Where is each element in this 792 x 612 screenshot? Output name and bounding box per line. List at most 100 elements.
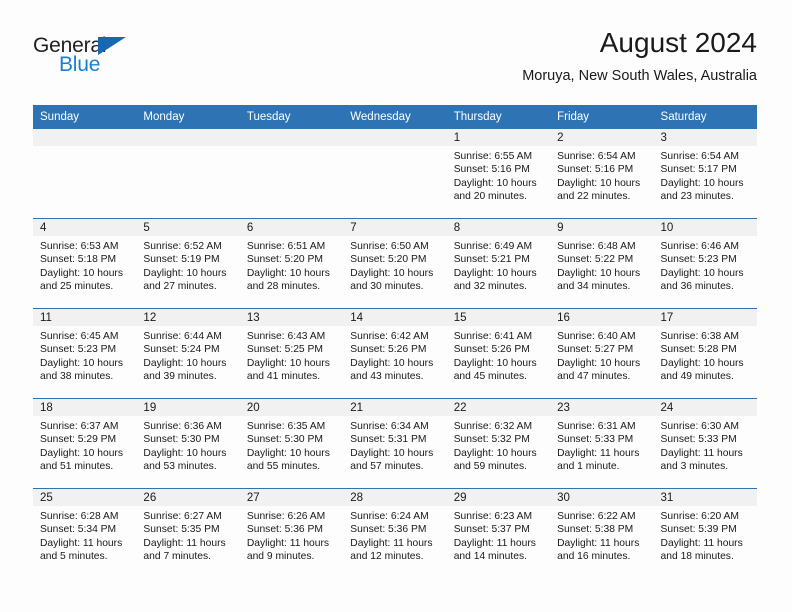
sunrise-text: Sunrise: 6:42 AM — [350, 331, 429, 342]
sunset-text: Sunset: 5:23 PM — [660, 254, 737, 266]
sunset-text: Sunset: 5:38 PM — [557, 524, 634, 536]
daylight-text-line2: and 12 minutes. — [350, 551, 424, 563]
weekday-header-tuesday: Tuesday — [246, 111, 291, 123]
day-number: 9 — [550, 219, 654, 236]
calendar-day-cell[interactable]: 8 Sunrise: 6:49 AM Sunset: 5:21 PM Daylight… — [446, 219, 551, 308]
daylight-text-line2: and 1 minute. — [557, 461, 620, 473]
daylight-text-line1: Daylight: 10 hours — [40, 267, 123, 279]
day-sun-info: Sunrise: 6:48 AM Sunset: 5:22 PM Daylight:… — [550, 236, 653, 294]
daylight-text-line2: and 7 minutes. — [143, 551, 211, 563]
calendar-week-row: 25 Sunrise: 6:28 AM Sunset: 5:34 PM Dayligh… — [33, 488, 757, 578]
calendar-day-cell[interactable]: 19 Sunrise: 6:36 AM Sunset: 5:30 PM Dayligh… — [136, 399, 240, 488]
daylight-text-line2: and 38 minutes. — [40, 371, 114, 383]
daylight-text-line2: and 9 minutes. — [246, 551, 315, 563]
calendar-day-cell[interactable]: 15 Sunrise: 6:41 AM Sunset: 5:26 PM Dayligh… — [446, 309, 551, 398]
calendar-day-cell[interactable]: 21 Sunrise: 6:34 AM Sunset: 5:31 PM Dayligh… — [343, 399, 447, 488]
sunset-text: Sunset: 5:39 PM — [660, 524, 737, 536]
daylight-text-line1: Daylight: 10 hours — [40, 357, 123, 369]
calendar-day-cell[interactable]: 3 Sunrise: 6:54 AM Sunset: 5:17 PM Daylight… — [653, 129, 757, 218]
day-number: 27 — [239, 489, 344, 506]
calendar-day-cell[interactable]: 25 Sunrise: 6:28 AM Sunset: 5:34 PM Dayligh… — [33, 489, 137, 578]
calendar-day-cell[interactable]: 4 Sunrise: 6:53 AM Sunset: 5:18 PM Daylight… — [33, 219, 137, 308]
calendar-day-cell[interactable]: 27 Sunrise: 6:26 AM Sunset: 5:36 PM Dayligh… — [239, 489, 344, 578]
day-sun-info: Sunrise: 6:34 AM Sunset: 5:31 PM Daylight:… — [343, 416, 446, 474]
weekday-header-wednesday: Wednesday — [350, 111, 411, 123]
calendar-day-cell[interactable]: 20 Sunrise: 6:35 AM Sunset: 5:30 PM Dayligh… — [239, 399, 344, 488]
daylight-text-line2: and 39 minutes. — [143, 371, 217, 383]
day-number: 12 — [136, 309, 240, 326]
daylight-text-line2: and 14 minutes. — [453, 551, 527, 563]
calendar-day-cell[interactable]: 23 Sunrise: 6:31 AM Sunset: 5:33 PM Dayligh… — [550, 399, 654, 488]
calendar-day-cell[interactable]: 7 Sunrise: 6:50 AM Sunset: 5:20 PM Daylight… — [343, 219, 447, 308]
calendar-day-cell[interactable]: 5 Sunrise: 6:52 AM Sunset: 5:19 PM Daylight… — [136, 219, 240, 308]
day-sun-info: Sunrise: 6:31 AM Sunset: 5:33 PM Daylight:… — [550, 416, 653, 474]
day-sun-info: Sunrise: 6:22 AM Sunset: 5:38 PM Daylight:… — [550, 506, 653, 564]
day-number: 22 — [446, 399, 551, 416]
daylight-text-line2: and 20 minutes. — [453, 191, 527, 203]
calendar-day-cell[interactable]: 22 Sunrise: 6:32 AM Sunset: 5:32 PM Dayligh… — [446, 399, 551, 488]
sunrise-text: Sunrise: 6:31 AM — [557, 421, 636, 432]
day-number: 19 — [136, 399, 240, 416]
day-sun-info: Sunrise: 6:41 AM Sunset: 5:26 PM Daylight:… — [447, 326, 550, 384]
sunrise-text: Sunrise: 6:55 AM — [453, 151, 533, 162]
day-number: 7 — [343, 219, 447, 236]
daylight-text-line2: and 32 minutes. — [453, 281, 527, 293]
calendar-day-cell[interactable]: 10 Sunrise: 6:46 AM Sunset: 5:23 PM Dayligh… — [653, 219, 757, 308]
calendar-day-cell[interactable]: 31 Sunrise: 6:20 AM Sunset: 5:39 PM Dayligh… — [653, 489, 757, 578]
calendar-day-cell[interactable]: 2 Sunrise: 6:54 AM Sunset: 5:16 PM Daylight… — [550, 129, 654, 218]
sunset-text: Sunset: 5:37 PM — [453, 524, 530, 536]
daylight-text-line2: and 18 minutes. — [660, 551, 734, 563]
day-sun-info: Sunrise: 6:53 AM Sunset: 5:18 PM Daylight:… — [33, 236, 136, 294]
calendar-day-cell[interactable]: 30 Sunrise: 6:22 AM Sunset: 5:38 PM Dayligh… — [550, 489, 654, 578]
calendar-day-cell-empty — [136, 129, 240, 218]
calendar-day-cell[interactable]: 17 Sunrise: 6:38 AM Sunset: 5:28 PM Dayligh… — [653, 309, 757, 398]
day-number: 13 — [239, 309, 344, 326]
daylight-text-line2: and 3 minutes. — [660, 461, 729, 473]
calendar-day-cell[interactable]: 26 Sunrise: 6:27 AM Sunset: 5:35 PM Dayligh… — [136, 489, 240, 578]
sunrise-text: Sunrise: 6:28 AM — [40, 511, 119, 522]
daylight-text-line2: and 22 minutes. — [557, 191, 631, 203]
weekday-header-sunday: Sunday — [40, 111, 80, 123]
daylight-text-line2: and 27 minutes. — [143, 281, 217, 293]
day-number: 29 — [446, 489, 551, 506]
daylight-text-line2: and 53 minutes. — [143, 461, 217, 473]
calendar-day-cell[interactable]: 6 Sunrise: 6:51 AM Sunset: 5:20 PM Daylight… — [239, 219, 344, 308]
calendar-day-cell[interactable]: 28 Sunrise: 6:24 AM Sunset: 5:36 PM Dayligh… — [343, 489, 447, 578]
calendar-day-cell[interactable]: 16 Sunrise: 6:40 AM Sunset: 5:27 PM Dayligh… — [550, 309, 654, 398]
sunrise-text: Sunrise: 6:27 AM — [143, 511, 222, 522]
calendar-day-cell[interactable]: 1 Sunrise: 6:55 AM Sunset: 5:16 PM Daylight… — [446, 129, 551, 218]
calendar-day-cell[interactable]: 24 Sunrise: 6:30 AM Sunset: 5:33 PM Dayligh… — [653, 399, 757, 488]
daylight-text-line2: and 23 minutes. — [660, 191, 734, 203]
sunset-text: Sunset: 5:36 PM — [350, 524, 427, 536]
calendar-day-cell[interactable]: 14 Sunrise: 6:42 AM Sunset: 5:26 PM Dayligh… — [343, 309, 447, 398]
sunset-text: Sunset: 5:17 PM — [660, 164, 737, 176]
calendar-day-cell[interactable]: 11 Sunrise: 6:45 AM Sunset: 5:23 PM Dayligh… — [33, 309, 137, 398]
daylight-text-line1: Daylight: 11 hours — [660, 447, 743, 459]
sunrise-text: Sunrise: 6:43 AM — [246, 331, 326, 342]
daylight-text-line1: Daylight: 11 hours — [660, 537, 743, 549]
sunrise-text: Sunrise: 6:40 AM — [557, 331, 636, 342]
sunset-text: Sunset: 5:23 PM — [40, 344, 117, 356]
calendar-day-cell[interactable]: 12 Sunrise: 6:44 AM Sunset: 5:24 PM Dayligh… — [136, 309, 240, 398]
calendar-day-cell[interactable]: 9 Sunrise: 6:48 AM Sunset: 5:22 PM Daylight… — [550, 219, 654, 308]
sunrise-text: Sunrise: 6:45 AM — [40, 331, 119, 342]
sunset-text: Sunset: 5:36 PM — [246, 524, 323, 536]
day-sun-info: Sunrise: 6:24 AM Sunset: 5:36 PM Daylight:… — [343, 506, 446, 564]
calendar-day-cell[interactable]: 29 Sunrise: 6:23 AM Sunset: 5:37 PM Dayligh… — [446, 489, 551, 578]
sunrise-text: Sunrise: 6:51 AM — [246, 241, 326, 252]
calendar-week-row: 18 Sunrise: 6:37 AM Sunset: 5:29 PM Dayligh… — [33, 398, 757, 488]
sunrise-text: Sunrise: 6:44 AM — [143, 331, 222, 342]
daylight-text-line2: and 51 minutes. — [40, 461, 114, 473]
daylight-text-line1: Daylight: 10 hours — [453, 357, 537, 369]
daylight-text-line1: Daylight: 10 hours — [557, 177, 641, 189]
calendar-day-cell[interactable]: 18 Sunrise: 6:37 AM Sunset: 5:29 PM Dayligh… — [33, 399, 137, 488]
weekday-header-friday: Friday — [557, 111, 590, 123]
day-number — [343, 129, 447, 146]
day-number: 31 — [653, 489, 757, 506]
daylight-text-line1: Daylight: 10 hours — [143, 357, 227, 369]
daylight-text-line1: Daylight: 10 hours — [660, 267, 744, 279]
calendar-day-cell[interactable]: 13 Sunrise: 6:43 AM Sunset: 5:25 PM Dayligh… — [239, 309, 344, 398]
day-number: 23 — [550, 399, 654, 416]
day-number: 10 — [653, 219, 757, 236]
day-sun-info: Sunrise: 6:55 AM Sunset: 5:16 PM Daylight:… — [447, 146, 550, 204]
